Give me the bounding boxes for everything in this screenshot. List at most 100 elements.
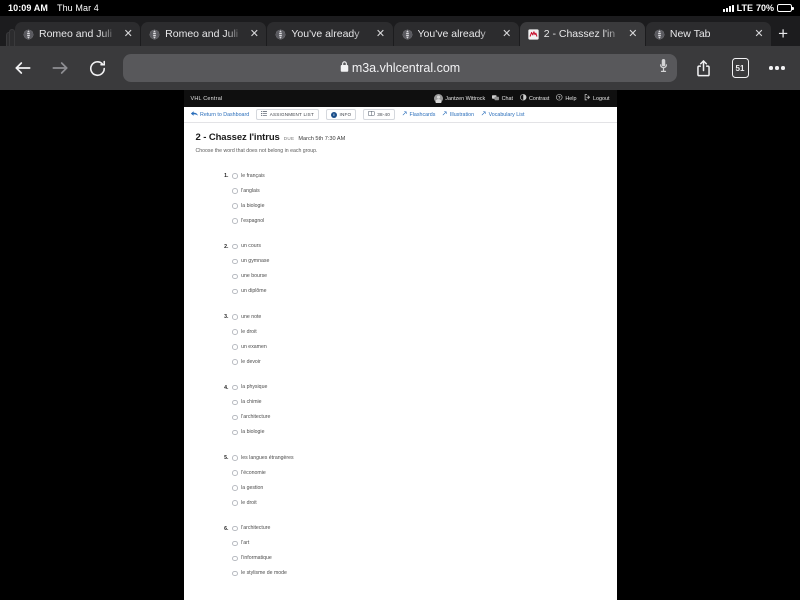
option-row[interactable]: l'architecture [221,414,605,429]
option-row[interactable]: un diplôme [221,288,605,303]
browser-tab-active[interactable]: 2 - Chassez l'in ✕ [519,22,645,46]
radio-button[interactable] [232,485,238,491]
browser-tab[interactable]: Romeo and Juli ✕ [15,22,141,46]
option-label: la gestion [241,484,264,491]
radio-button[interactable] [232,258,238,265]
info-button[interactable]: i INFO [325,109,357,120]
radio-button[interactable] [232,500,238,506]
option-label: une note [241,313,262,320]
flashcards-link[interactable]: Flashcards [402,111,435,118]
back-arrow-icon [190,111,198,118]
radio-button[interactable] [232,188,238,194]
new-tab-button[interactable]: + [772,22,794,46]
assignment-list-button[interactable]: ASSIGNMENT LIST [256,109,319,120]
option-row[interactable]: l'anglais [221,187,605,202]
browser-tab[interactable]: Romeo and Juli ✕ [141,22,267,46]
radio-button[interactable] [232,470,238,476]
radio-button[interactable] [232,399,238,406]
close-icon[interactable]: ✕ [627,28,639,40]
arrow-icon [442,111,447,118]
logout-item[interactable]: Logout [584,94,610,103]
globe-icon [149,29,160,40]
back-button[interactable] [10,55,36,81]
radio-button[interactable] [232,455,238,461]
option-row[interactable]: l'économie [221,469,605,484]
option-row[interactable]: la biologie [221,429,605,444]
chat-item[interactable]: Chat [492,94,513,103]
close-icon[interactable]: ✕ [375,28,387,40]
microphone-icon[interactable] [658,59,669,78]
option-row[interactable]: l'informatique [221,555,605,570]
reload-button[interactable] [84,55,110,81]
option-row[interactable]: le devoir [221,358,605,373]
option-label: une bourse [241,273,268,279]
browser-tab[interactable]: You've already ✕ [267,22,393,46]
option-row[interactable]: 6. l'architecture [221,525,605,540]
share-button[interactable] [690,55,716,81]
radio-button[interactable] [232,359,238,365]
tab-count-button[interactable]: 51 [727,55,753,81]
battery-percent-label: 70% [755,3,774,13]
option-label: l'architecture [241,414,271,420]
contrast-label: Contrast [529,95,550,102]
browser-tab[interactable]: You've already ✕ [393,22,519,46]
status-date: Thu Mar 4 [56,3,99,13]
pages-button[interactable]: 38-40 [363,109,395,120]
option-row[interactable]: 2. un cours [221,243,605,258]
illustration-link[interactable]: Illustration [442,111,474,118]
option-row[interactable]: le droit [221,328,605,343]
radio-button[interactable] [232,273,238,280]
globe-icon [654,29,665,40]
more-options-button[interactable] [764,55,790,81]
radio-button[interactable] [232,525,238,532]
option-row[interactable]: un gymnase [221,258,605,273]
radio-button[interactable] [232,203,238,209]
radio-button[interactable] [232,540,238,547]
radio-button[interactable] [232,173,238,179]
vocabulary-list-link[interactable]: Vocabulary List [481,111,525,118]
radio-button[interactable] [232,384,238,391]
option-row[interactable]: un examen [221,343,605,358]
option-label: un cours [241,243,261,249]
radio-button[interactable] [232,218,238,224]
radio-button[interactable] [232,555,238,562]
option-row[interactable]: l'espagnol [221,217,605,232]
close-icon[interactable]: ✕ [753,28,765,40]
browser-tab[interactable]: New Tab ✕ [645,22,772,46]
close-icon[interactable]: ✕ [248,28,260,40]
radio-button[interactable] [232,288,238,295]
radio-button[interactable] [232,243,238,250]
question-number: 5. [224,455,229,461]
radio-button[interactable] [232,429,238,436]
radio-button[interactable] [232,329,238,335]
info-label: INFO [339,112,352,117]
option-label: le stylisme de mode [241,570,287,576]
info-badge-icon: i [330,111,337,118]
close-icon[interactable]: ✕ [122,28,134,40]
address-bar[interactable]: m3a.vhlcentral.com [123,54,677,82]
option-row[interactable]: l'art [221,540,605,555]
logout-icon [584,94,591,103]
contrast-item[interactable]: Contrast [520,94,549,103]
option-row[interactable]: 4. la physique [221,384,605,399]
radio-button[interactable] [232,314,238,320]
due-date: March 5th 7:30 AM [298,136,346,142]
radio-button[interactable] [232,344,238,350]
option-row[interactable]: le droit [221,499,605,514]
option-row[interactable]: la biologie [221,202,605,217]
help-item[interactable]: ? Help [556,94,577,103]
radio-button[interactable] [232,414,238,421]
option-row[interactable]: le stylisme de mode [221,570,605,585]
url-label: m3a.vhlcentral.com [351,61,461,75]
user-account-item[interactable]: Jantzen Wittrock [433,94,485,103]
option-row[interactable]: 5. les langues étrangères [221,454,605,469]
forward-button[interactable] [47,55,73,81]
option-row[interactable]: la gestion [221,484,605,499]
radio-button[interactable] [232,570,238,577]
option-row[interactable]: une bourse [221,273,605,288]
option-row[interactable]: 3. une note [221,313,605,328]
option-row[interactable]: 1. le français [221,172,605,187]
return-to-dashboard-link[interactable]: Return to Dashboard [190,111,249,118]
close-icon[interactable]: ✕ [501,28,513,40]
option-row[interactable]: la chimie [221,399,605,414]
